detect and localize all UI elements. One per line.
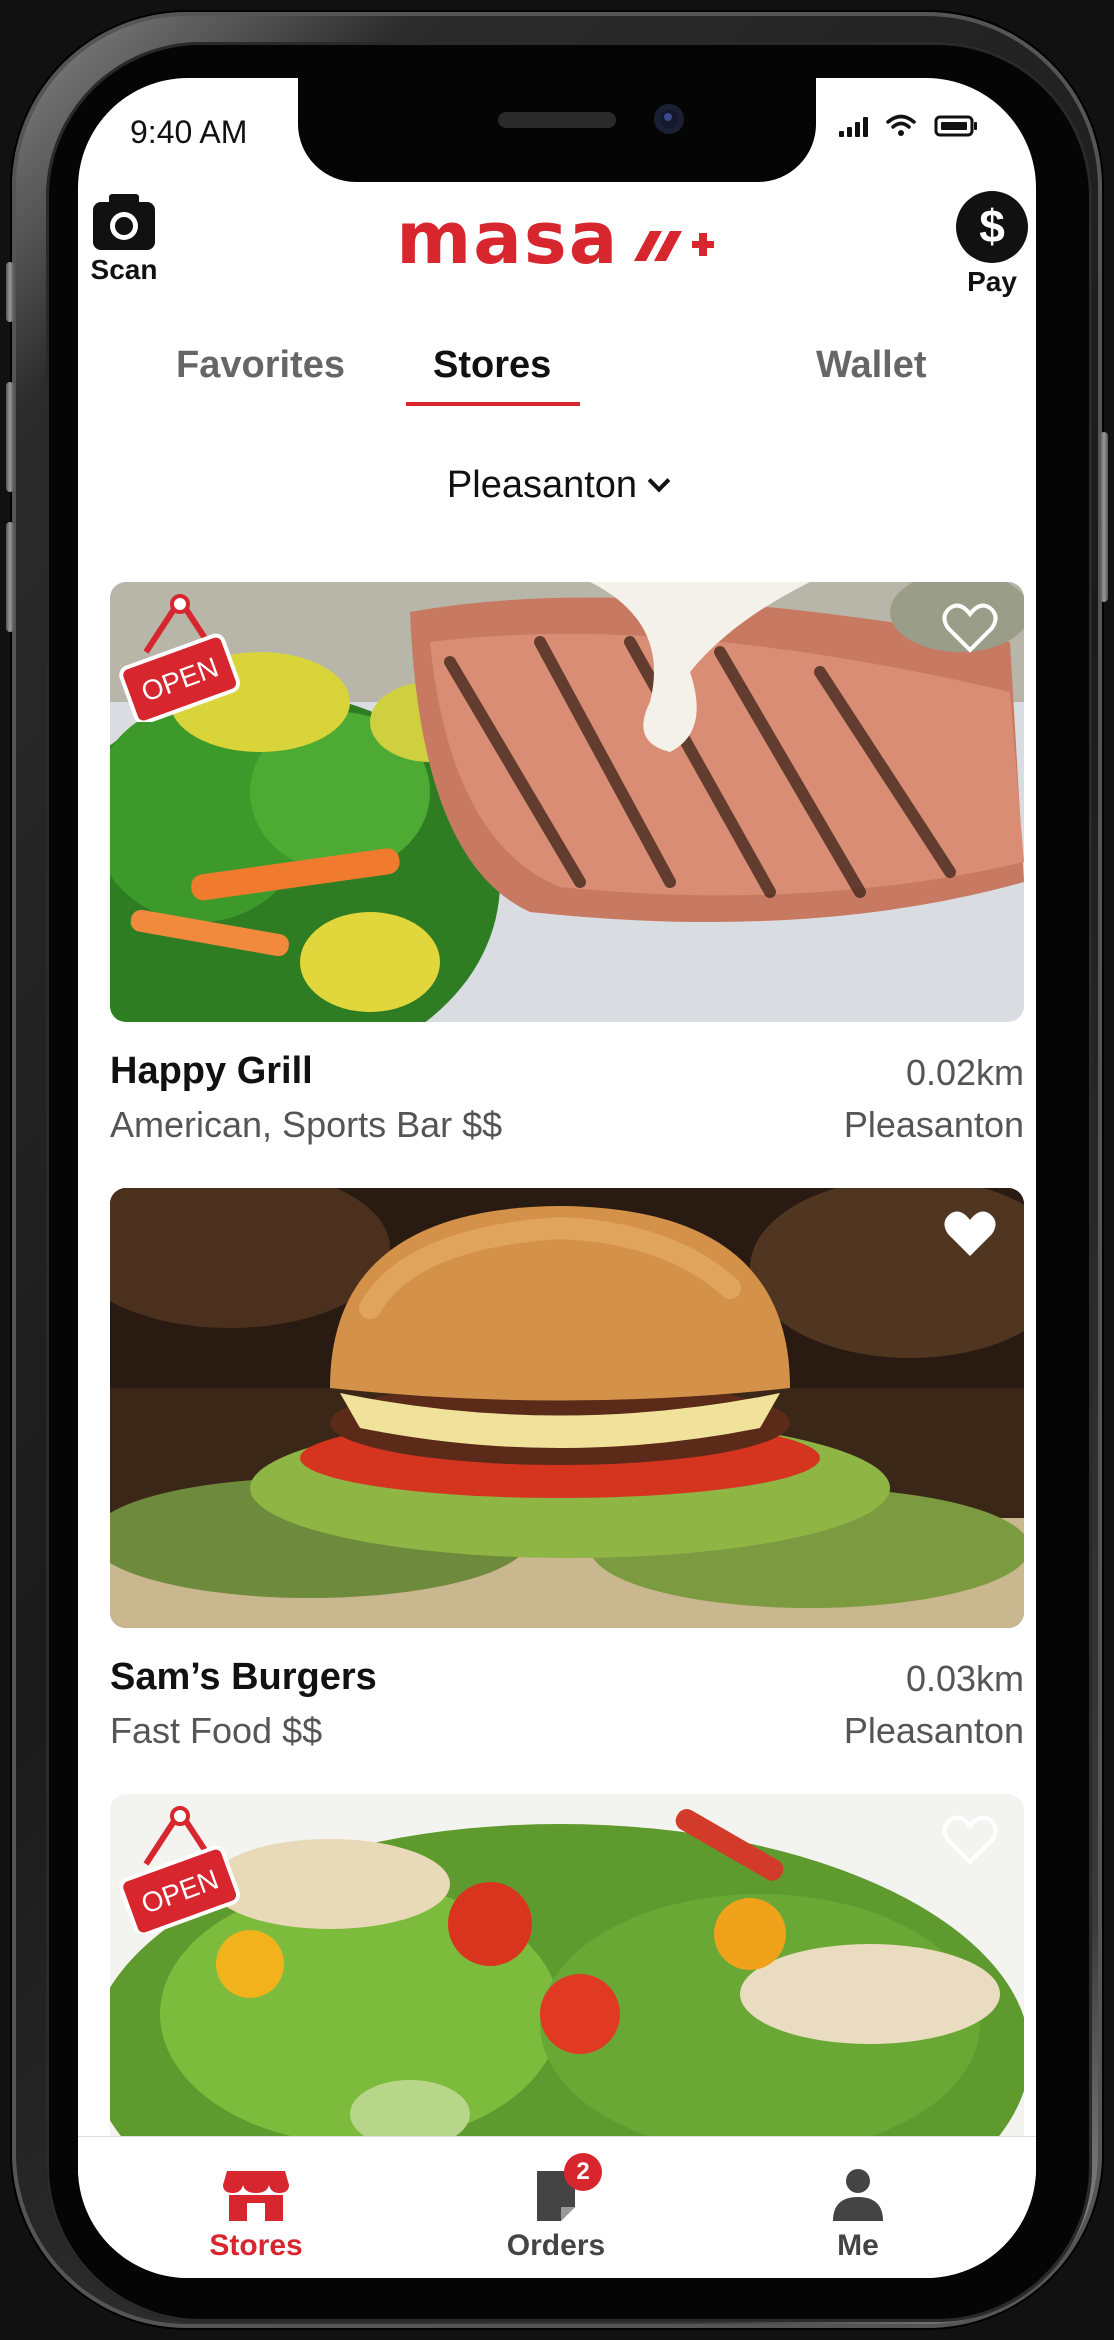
store-city: Pleasanton [843,1710,1024,1751]
nav-item-stores[interactable]: Stores [176,2167,336,2263]
orders-badge: 2 [564,2153,602,2191]
signal-icon [839,115,868,137]
favorite-heart-outline-icon[interactable] [942,1814,998,1866]
speaker-grille [498,112,616,128]
nav-label-me: Me [837,2229,879,2262]
open-sign-icon: OPEN [119,594,241,722]
power-button [1100,432,1108,602]
favorite-heart-filled-icon[interactable] [942,1208,998,1260]
volume-up-button [6,382,14,492]
brand-mark-icon [633,231,714,261]
store-image-grilled-salmon: OPEN [110,582,1024,1022]
nav-label-stores: Stores [209,2229,303,2262]
volume-down-button [6,522,14,632]
tab-stores[interactable]: Stores [433,344,551,387]
location-value: Pleasanton [446,464,638,506]
dollar-icon: $ [956,191,1028,263]
top-tabs: Favorites Stores Wallet [78,344,1036,414]
brand-name: masa [396,196,620,280]
store-icon [223,2171,289,2221]
svg-text:$: $ [979,200,1005,252]
store-city: Pleasanton [843,1104,1024,1145]
pay-button[interactable]: $ Pay [942,190,1036,298]
store-card[interactable]: Sam’s Burgers Fast Food $$ 0.03km Pleasa… [110,1188,1024,1751]
store-name: Sam’s Burgers [110,1656,377,1698]
store-tags: Fast Food $$ [110,1710,323,1751]
battery-icon [934,115,977,137]
status-time: 9:40 AM [130,114,248,150]
nav-item-me[interactable]: Me [778,2167,938,2263]
silent-switch [6,262,14,322]
pay-label: Pay [967,266,1017,297]
store-card[interactable]: OPEN Happy Grill American, Sports Bar $$… [110,582,1024,1145]
tab-favorites[interactable]: Favorites [176,344,345,387]
chevron-down-icon [647,469,671,493]
wifi-icon [886,114,916,136]
bottom-nav: Stores 2 Orders Me [78,2136,1036,2278]
active-tab-indicator [406,402,580,406]
store-tags: American, Sports Bar $$ [110,1104,503,1145]
open-sign-icon: OPEN [119,1806,241,1934]
notch [298,78,816,182]
nav-label-orders: Orders [506,2229,606,2262]
store-distance: 0.03km [905,1658,1024,1699]
store-image-burger [110,1188,1024,1628]
favorite-heart-outline-icon[interactable] [942,602,998,654]
brand-logo: masa [78,196,1036,280]
nav-item-orders[interactable]: 2 Orders [476,2153,636,2263]
location-selector[interactable]: Pleasanton [78,464,1036,507]
store-distance: 0.02km [905,1052,1024,1093]
store-name: Happy Grill [110,1050,313,1092]
app-screen: 9:40 AM Scan masa $ Pay Favorites Stores… [78,78,1036,2278]
status-icons [839,114,978,138]
front-camera [654,104,684,134]
user-icon [833,2169,883,2221]
tab-wallet[interactable]: Wallet [816,344,927,387]
